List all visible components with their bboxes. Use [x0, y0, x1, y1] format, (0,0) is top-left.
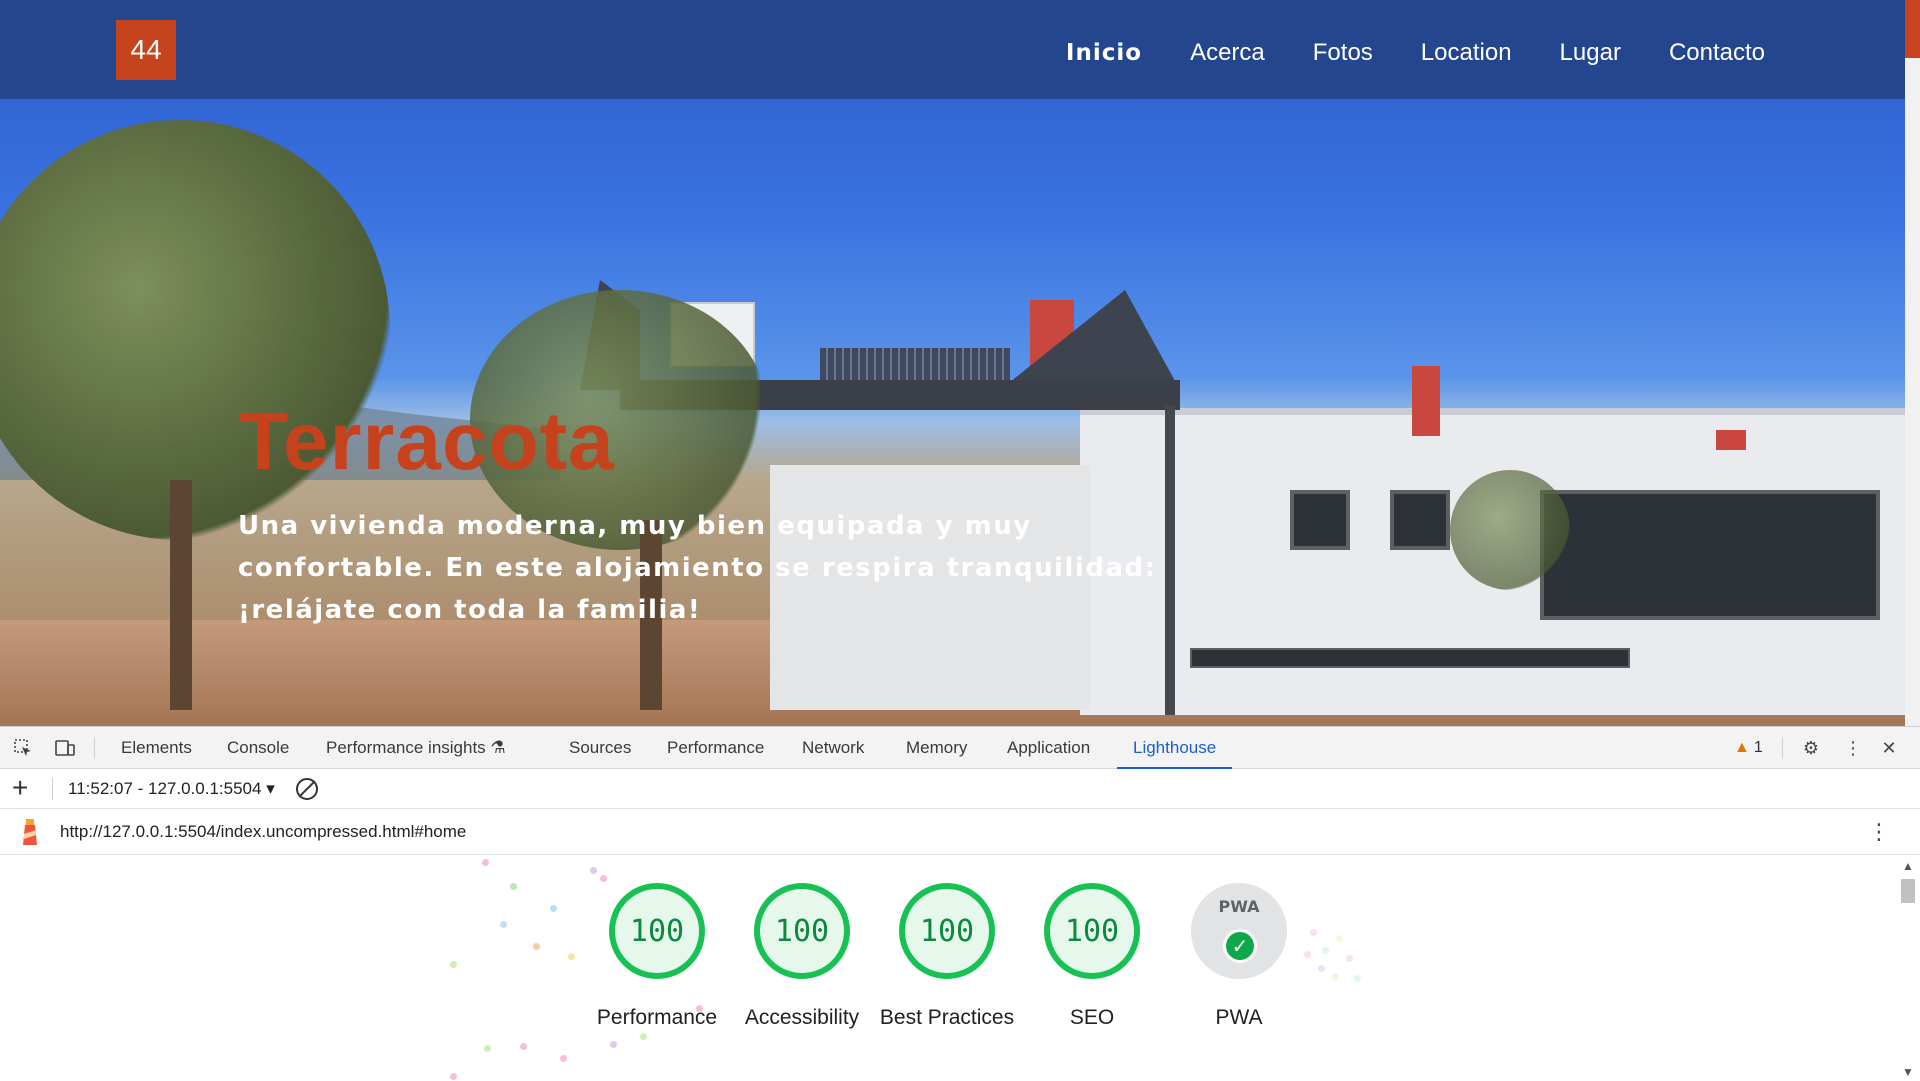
house-chimney — [1412, 366, 1440, 436]
scrollbar-thumb[interactable] — [1901, 879, 1915, 903]
new-report-icon[interactable]: + — [12, 773, 28, 803]
tab-memory[interactable]: Memory — [906, 727, 967, 769]
performance-label[interactable]: Performance — [582, 1003, 732, 1033]
nav-inicio[interactable]: Inicio — [1066, 36, 1142, 70]
site-header: 44 Inicio Acerca Fotos Location Lugar Co… — [0, 0, 1905, 99]
website-viewport: 44 Inicio Acerca Fotos Location Lugar Co… — [0, 0, 1905, 726]
divider — [52, 778, 53, 800]
best-practices-label[interactable]: Best Practices — [872, 1003, 1022, 1033]
devtools-tabbar: Elements Console Performance insights ⚗ … — [0, 727, 1920, 769]
nav-location[interactable]: Location — [1421, 36, 1512, 70]
lighthouse-logo-icon — [23, 819, 37, 845]
inspect-element-icon[interactable] — [12, 737, 34, 759]
divider — [94, 737, 95, 759]
warning-count: 1 — [1753, 739, 1763, 756]
nav-lugar[interactable]: Lugar — [1560, 36, 1621, 70]
seo-score-gauge[interactable]: 100 — [1044, 883, 1140, 979]
confetti-dot — [533, 943, 540, 950]
accessibility-score-gauge[interactable]: 100 — [754, 883, 850, 979]
confetti-dot — [1304, 951, 1311, 958]
nav-fotos[interactable]: Fotos — [1313, 36, 1373, 70]
devtools-panel: Elements Console Performance insights ⚗ … — [0, 726, 1920, 1081]
confetti-dot — [482, 859, 489, 866]
tab-elements[interactable]: Elements — [121, 727, 192, 769]
close-devtools-icon[interactable]: ✕ — [1878, 737, 1900, 759]
confetti-dot — [640, 1033, 647, 1040]
pwa-badge-gauge[interactable]: PWA ✓ — [1191, 883, 1287, 979]
report-scrollbar[interactable]: ▲ ▼ — [1896, 855, 1920, 1081]
best-practices-score-gauge[interactable]: 100 — [899, 883, 995, 979]
tab-performance[interactable]: Performance — [667, 727, 764, 769]
device-toolbar-icon[interactable] — [54, 737, 76, 759]
house-window — [1290, 490, 1350, 550]
house-window — [1390, 490, 1450, 550]
page-scrollbar[interactable] — [1905, 0, 1920, 726]
confetti-dot — [610, 1041, 617, 1048]
confetti-dot — [520, 1043, 527, 1050]
accessibility-label[interactable]: Accessibility — [727, 1003, 877, 1033]
confetti-dot — [450, 961, 457, 968]
pwa-label[interactable]: PWA — [1164, 1003, 1314, 1033]
tab-network[interactable]: Network — [802, 727, 864, 769]
confetti-dot — [450, 1073, 457, 1080]
report-url-bar: http://127.0.0.1:5504/index.uncompressed… — [0, 809, 1920, 855]
hero-subtitle: Una vivienda moderna, muy bien equipada … — [238, 511, 1157, 625]
hero-title: Terracota — [238, 396, 615, 487]
confetti-dot — [1354, 975, 1361, 982]
check-icon: ✓ — [1223, 929, 1257, 963]
report-selector-value: 11:52:07 - 127.0.0.1:5504 — [68, 779, 262, 798]
tab-performance-insights-label: Performance insights — [326, 738, 486, 757]
divider — [1782, 737, 1783, 759]
report-selector[interactable]: 11:52:07 - 127.0.0.1:5504 ▾ — [68, 769, 275, 809]
tab-sources[interactable]: Sources — [569, 727, 631, 769]
lighthouse-toolbar: + 11:52:07 - 127.0.0.1:5504 ▾ — [0, 769, 1920, 809]
scrollbar-thumb[interactable] — [1905, 0, 1920, 58]
confetti-dot — [590, 867, 597, 874]
nav-acerca[interactable]: Acerca — [1190, 36, 1265, 70]
performance-score-gauge[interactable]: 100 — [609, 883, 705, 979]
dropdown-arrow-icon: ▾ — [266, 779, 275, 798]
report-url[interactable]: http://127.0.0.1:5504/index.uncompressed… — [60, 809, 466, 855]
confetti-dot — [550, 905, 557, 912]
pwa-badge-text: PWA — [1218, 897, 1260, 916]
scroll-up-icon[interactable]: ▲ — [1902, 859, 1914, 873]
confetti-dot — [568, 953, 575, 960]
confetti-dot — [560, 1055, 567, 1062]
confetti-dot — [1332, 973, 1339, 980]
tab-lighthouse[interactable]: Lighthouse — [1117, 727, 1233, 769]
confetti-dot — [1322, 947, 1329, 954]
confetti-dot — [1318, 965, 1325, 972]
seo-label[interactable]: SEO — [1017, 1003, 1167, 1033]
more-options-icon[interactable]: ⋮ — [1842, 737, 1864, 759]
settings-gear-icon[interactable]: ⚙ — [1800, 737, 1822, 759]
nav-contacto[interactable]: Contacto — [1669, 36, 1765, 70]
tab-application[interactable]: Application — [1007, 727, 1090, 769]
tab-console[interactable]: Console — [227, 727, 289, 769]
site-nav: Inicio Acerca Fotos Location Lugar Conta… — [1018, 36, 1765, 70]
house-strip-window — [1190, 648, 1630, 668]
clear-reports-icon[interactable] — [296, 778, 318, 800]
confetti-dot — [600, 875, 607, 882]
confetti-dot — [500, 921, 507, 928]
experiment-flask-icon: ⚗ — [490, 738, 506, 757]
confetti-dot — [484, 1045, 491, 1052]
confetti-dot — [1346, 955, 1353, 962]
scroll-down-icon[interactable]: ▼ — [1902, 1065, 1914, 1079]
tab-performance-insights[interactable]: Performance insights ⚗ — [326, 727, 506, 769]
olive-tree — [1450, 470, 1570, 590]
tree-trunk — [170, 480, 192, 710]
house-chimney — [1716, 430, 1746, 450]
confetti-dot — [510, 883, 517, 890]
confetti-dot — [1310, 929, 1317, 936]
confetti-dot — [1336, 935, 1343, 942]
house-porch-window — [1540, 490, 1880, 620]
site-logo[interactable]: 44 — [116, 20, 176, 80]
warning-icon: ▲ — [1734, 739, 1750, 756]
warnings-counter[interactable]: ▲ 1 — [1734, 727, 1763, 769]
report-menu-icon[interactable]: ⋮ — [1868, 809, 1890, 855]
lighthouse-report: 100 Performance 100 Accessibility 100 Be… — [0, 855, 1896, 1081]
